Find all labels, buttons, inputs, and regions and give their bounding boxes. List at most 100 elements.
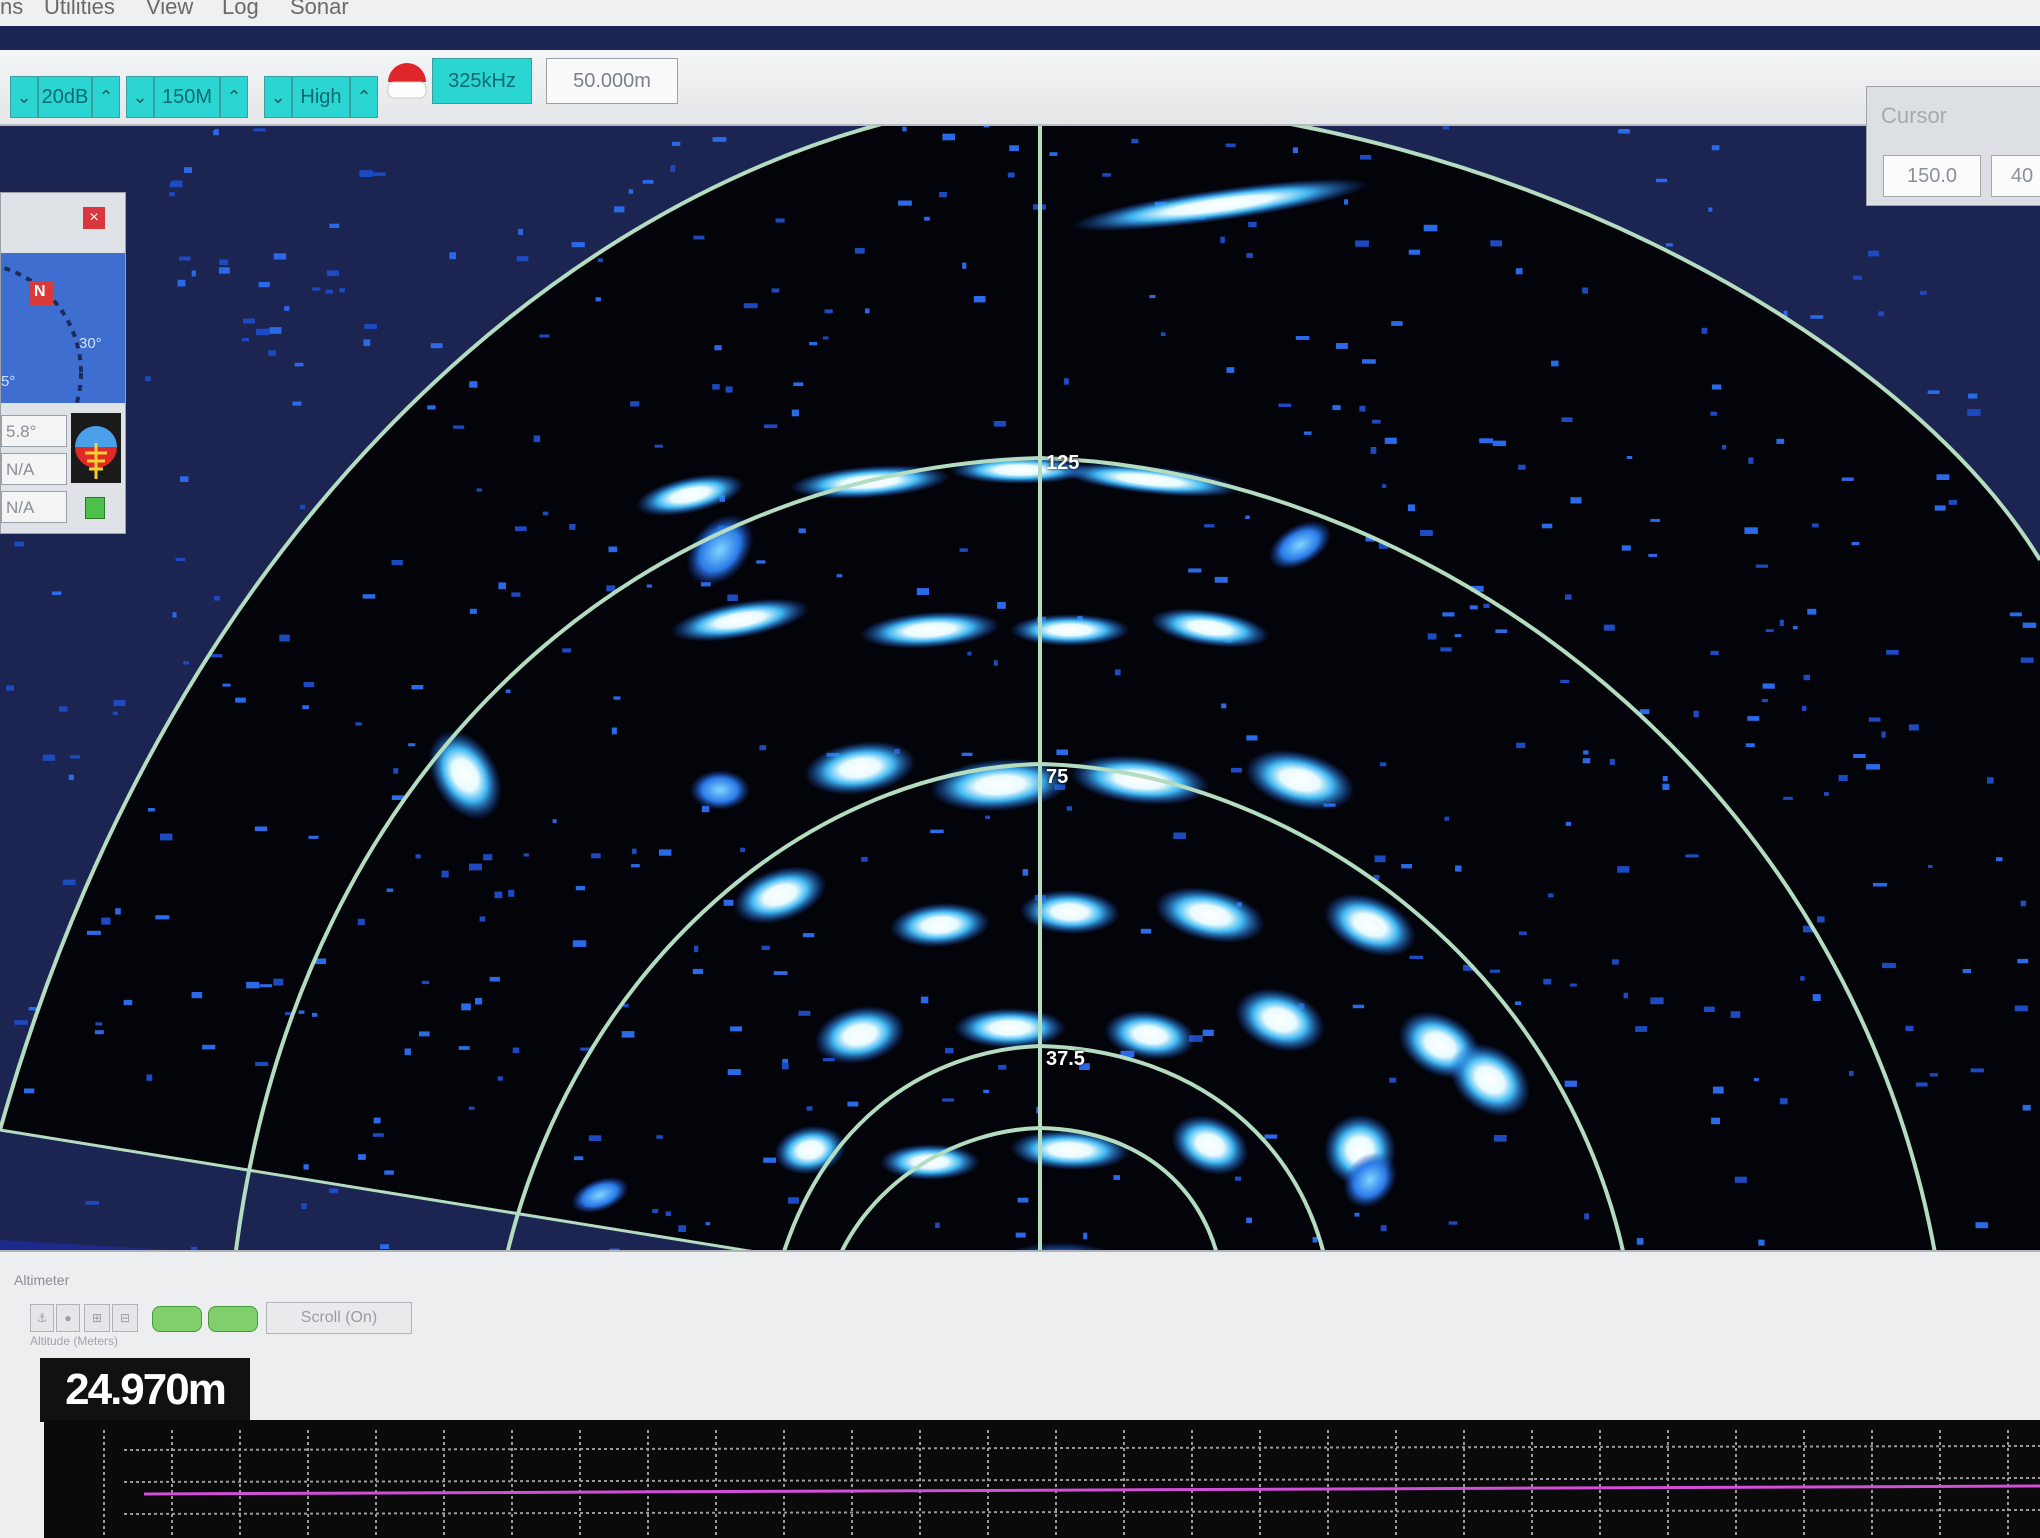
- distance-field[interactable]: 50.000m: [546, 58, 678, 104]
- scroll-button[interactable]: Scroll (On): [266, 1302, 412, 1334]
- noise-speckle: [1022, 869, 1029, 876]
- quality-value[interactable]: High: [292, 76, 350, 118]
- toggle-button-2[interactable]: [208, 1306, 258, 1332]
- noise-speckle: [235, 697, 246, 703]
- anchor-tool-icon[interactable]: ⚓: [30, 1304, 54, 1332]
- tilt-indicator-icon: [71, 413, 121, 483]
- noise-speckle: [1248, 221, 1257, 228]
- range-down-button[interactable]: ⌄: [126, 76, 154, 118]
- roll-field[interactable]: N/A: [1, 491, 67, 523]
- noise-speckle: [421, 980, 430, 985]
- gain-down-button[interactable]: ⌄: [10, 76, 38, 118]
- noise-speckle: [628, 189, 634, 194]
- close-icon[interactable]: ×: [83, 207, 105, 229]
- noise-speckle: [1734, 1176, 1747, 1183]
- toggle-button-1[interactable]: [152, 1306, 202, 1332]
- noise-speckle: [145, 376, 151, 382]
- noise-speckle: [898, 200, 912, 206]
- noise-speckle: [112, 711, 118, 715]
- noise-speckle: [533, 435, 541, 443]
- noise-speckle: [508, 889, 515, 897]
- noise-speckle: [1685, 854, 1699, 858]
- noise-speckle: [1515, 268, 1523, 275]
- noise-speckle: [213, 595, 221, 601]
- noise-speckle: [1755, 564, 1768, 568]
- noise-speckle: [930, 829, 944, 834]
- noise-speckle: [1962, 969, 1971, 974]
- noise-speckle: [516, 256, 529, 262]
- noise-speckle: [2017, 958, 2029, 964]
- menu-item-utilities[interactable]: Utilities: [44, 0, 115, 20]
- pitch-field[interactable]: N/A: [1, 453, 67, 485]
- range-value[interactable]: 150M: [154, 76, 220, 118]
- cursor-bearing-field[interactable]: 40: [1991, 155, 2040, 197]
- noise-speckle: [1929, 1073, 1938, 1077]
- noise-speckle: [1188, 568, 1202, 573]
- status-indicator[interactable]: [85, 497, 105, 519]
- noise-speckle: [1693, 710, 1699, 718]
- menu-item-log[interactable]: Log: [222, 0, 259, 20]
- noise-speckle: [727, 1069, 741, 1075]
- noise-speckle: [670, 165, 676, 172]
- heading-field[interactable]: 5.8°: [1, 415, 67, 447]
- noise-speckle: [1083, 1232, 1088, 1240]
- menu-item-sonar[interactable]: Sonar: [290, 0, 349, 20]
- frequency-value[interactable]: 325kHz: [432, 58, 532, 104]
- noise-speckle: [1618, 129, 1630, 134]
- noise-speckle: [329, 1188, 339, 1194]
- noise-speckle: [1582, 758, 1591, 764]
- pan-tool-icon[interactable]: ⊟: [112, 1304, 138, 1332]
- noise-speckle: [210, 654, 223, 658]
- noise-speckle: [788, 1197, 799, 1204]
- noise-speckle: [1489, 969, 1500, 973]
- noise-speckle: [2020, 900, 2027, 907]
- angle-label-2: 5°: [1, 373, 16, 390]
- noise-speckle: [1235, 1176, 1242, 1181]
- noise-speckle: [372, 1133, 384, 1137]
- noise-speckle: [1455, 865, 1462, 872]
- noise-speckle: [1264, 1134, 1278, 1139]
- noise-speckle: [1017, 1197, 1029, 1203]
- graph-grid-line: [123, 1509, 2040, 1515]
- quality-down-button[interactable]: ⌄: [264, 76, 292, 118]
- menu-item-view[interactable]: View: [146, 0, 193, 20]
- noise-speckle: [1362, 359, 1376, 364]
- noise-speckle: [1102, 173, 1111, 177]
- noise-speckle: [475, 997, 483, 1005]
- zoom-tool-icon[interactable]: ⊞: [84, 1304, 110, 1332]
- noise-speckle: [498, 582, 506, 590]
- noise-speckle: [1609, 759, 1615, 765]
- noise-speckle: [725, 386, 733, 393]
- transmit-icon[interactable]: [384, 58, 430, 104]
- quality-up-button[interactable]: ⌃: [350, 76, 378, 118]
- gain-up-button[interactable]: ⌃: [92, 76, 120, 118]
- noise-speckle: [273, 253, 287, 260]
- noise-speckle: [1335, 343, 1348, 349]
- noise-speckle: [1564, 1080, 1577, 1087]
- noise-speckle: [588, 1135, 602, 1142]
- noise-speckle: [775, 218, 785, 223]
- altitude-graph: [44, 1420, 2040, 1538]
- sonar-display[interactable]: [0, 0, 2040, 1360]
- menu-item-prev[interactable]: ns: [0, 0, 23, 20]
- noise-speckle: [1442, 126, 1450, 130]
- noise-speckle: [1730, 1011, 1741, 1018]
- noise-speckle: [1810, 315, 1824, 319]
- marker-tool-icon[interactable]: ●: [56, 1304, 80, 1332]
- noise-speckle: [1617, 866, 1630, 873]
- cursor-range-field[interactable]: 150.0: [1883, 155, 1981, 197]
- noise-speckle: [761, 945, 770, 950]
- noise-speckle: [68, 774, 74, 781]
- noise-speckle: [646, 584, 652, 588]
- noise-speckle: [642, 179, 654, 184]
- gain-value[interactable]: 20dB: [38, 76, 92, 118]
- noise-speckle: [386, 888, 394, 892]
- noise-speckle: [427, 405, 436, 410]
- noise-speckle: [2022, 622, 2037, 628]
- noise-speckle: [184, 167, 193, 173]
- noise-speckle: [572, 940, 587, 947]
- noise-speckle: [303, 1164, 309, 1170]
- noise-speckle: [1355, 240, 1369, 247]
- noise-speckle: [993, 421, 1006, 427]
- range-up-button[interactable]: ⌃: [220, 76, 248, 118]
